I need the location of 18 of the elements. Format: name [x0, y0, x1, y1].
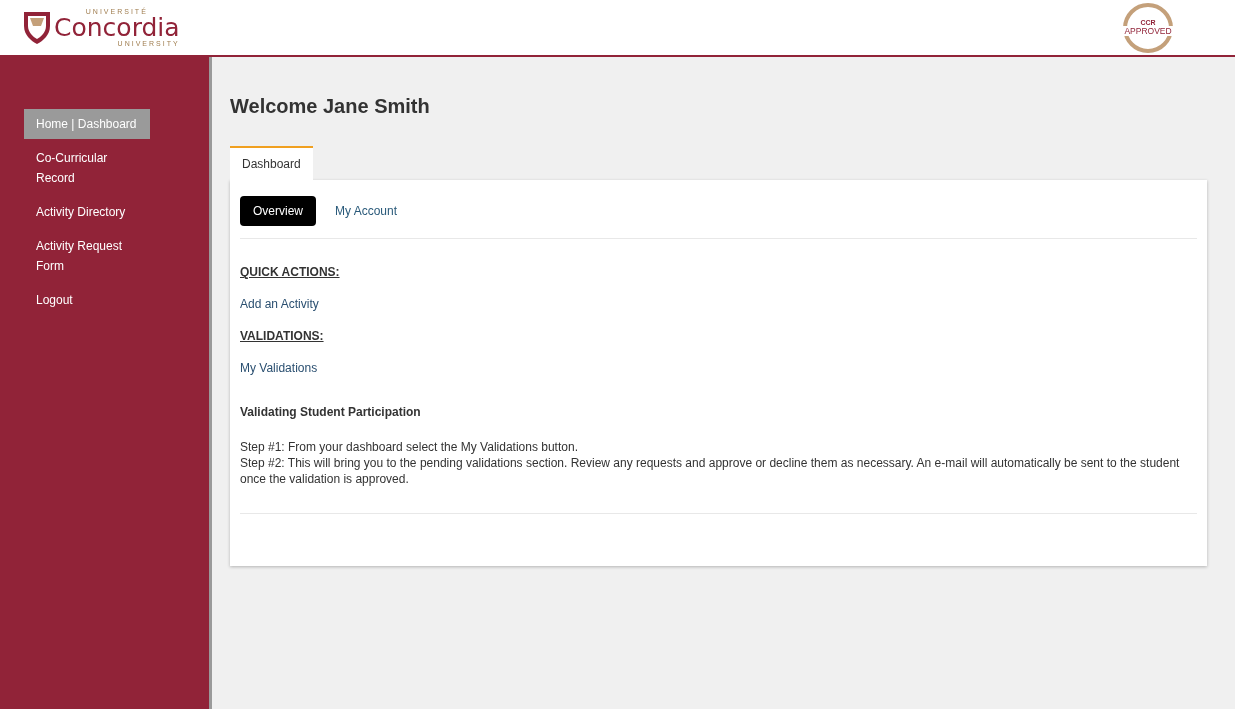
sidebar-item[interactable]: Activity Directory: [24, 197, 150, 227]
section-heading: QUICK ACTIONS:: [240, 265, 341, 279]
step-text: Step #1: From your dashboard select the My Validations button.: [240, 439, 579, 455]
action-link[interactable]: Add an Activity: [240, 297, 1197, 311]
help-title: Validating Student Participation: [240, 405, 422, 419]
shield-logo-icon: [22, 9, 52, 46]
logo-name: Concordia: [54, 15, 180, 40]
page-title: Welcome Jane Smith: [230, 95, 431, 118]
action-link[interactable]: My Validations: [240, 361, 1197, 375]
sidebar-item[interactable]: Logout: [24, 285, 150, 315]
step-text: Step #2: This will bring you to the pending validations section. Review any requests and approve or decline them as necessary. An e-mail will automatically be sent to the student once the validation is approved.: [240, 455, 1181, 487]
sidebar-item[interactable]: Activity Request Form: [24, 231, 150, 281]
seal-main-text: APPROVED: [1123, 26, 1173, 36]
tab[interactable]: Dashboard: [230, 146, 313, 180]
section-heading: VALIDATIONS:: [240, 329, 325, 343]
sidebar-item[interactable]: Co-Curricular Record: [24, 143, 150, 193]
subtab[interactable]: My Account: [322, 196, 411, 226]
subtab[interactable]: Overview: [240, 196, 316, 226]
